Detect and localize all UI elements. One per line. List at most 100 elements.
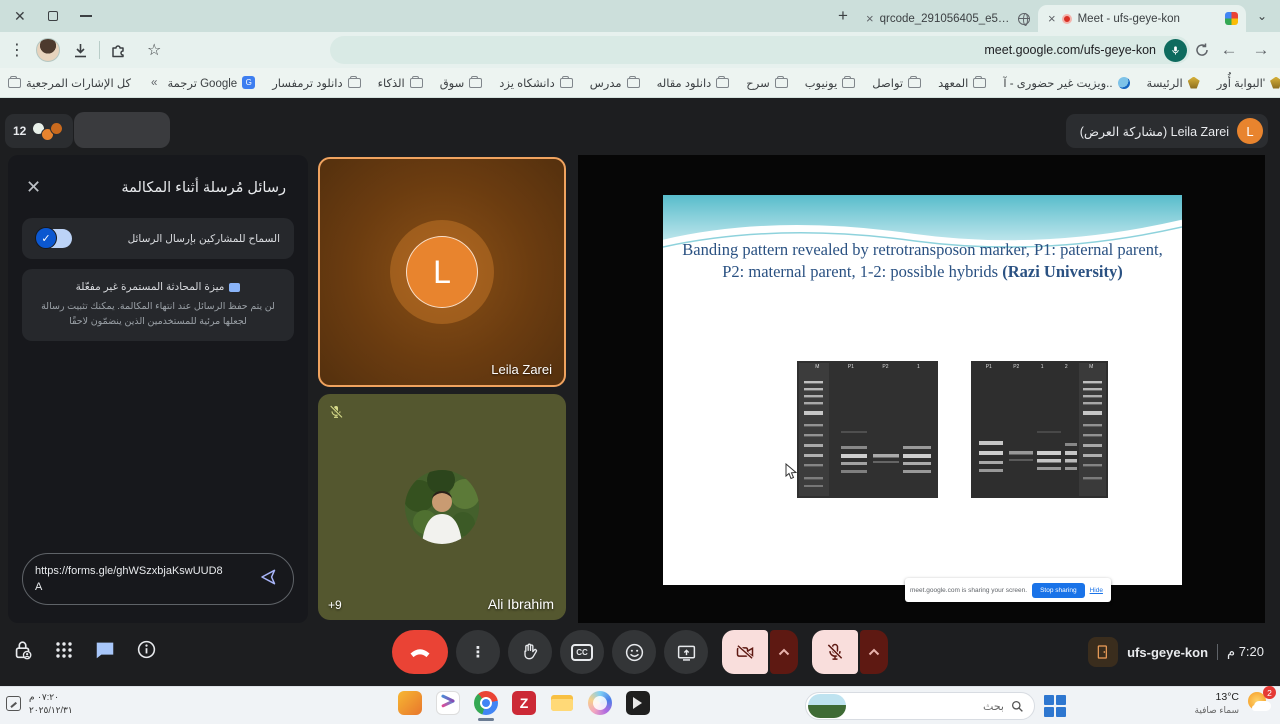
bookmark-item[interactable]: دانلود مقاله	[657, 76, 730, 90]
downloads-icon[interactable]	[72, 42, 89, 59]
folder-icon	[716, 78, 729, 88]
system-tray[interactable]: ٠٧:٢٠ م ٢٠٢٥/١٢/٣١	[6, 691, 73, 716]
app-icon-zotero[interactable]: Z	[512, 691, 536, 715]
eagle-icon	[1188, 77, 1200, 89]
folder-icon	[8, 78, 21, 88]
gel-lane-label: P1	[848, 365, 854, 370]
profile-avatar[interactable]	[36, 38, 60, 62]
pen-tray-icon[interactable]	[6, 696, 21, 711]
window-close-button[interactable]: ✕	[14, 9, 26, 23]
info-icon[interactable]	[136, 639, 157, 665]
eagle-icon	[1270, 77, 1280, 89]
app-icon-chrome[interactable]	[474, 691, 498, 715]
bookmark-item[interactable]: سرح	[746, 76, 787, 90]
bookmark-item[interactable]: المعهد	[938, 76, 986, 90]
screen-sharing-toast: meet.google.com is sharing your screen. …	[905, 578, 1111, 602]
mic-options-chevron-icon[interactable]	[860, 630, 888, 674]
camera-off-button[interactable]	[722, 630, 768, 674]
bookmark-item[interactable]: ويزيت غير حضورى - آ..	[1003, 76, 1129, 90]
weather-widget[interactable]: 13°C سماء صافية 2	[1195, 690, 1272, 716]
toggle-check-icon: ✓	[35, 227, 57, 249]
minimized-tile[interactable]	[74, 112, 170, 148]
raise-hand-button[interactable]	[508, 630, 552, 674]
app-icon-media[interactable]	[626, 691, 650, 715]
bookmark-star-icon[interactable]: ☆	[147, 40, 161, 60]
host-controls-icon[interactable]	[12, 639, 34, 666]
video-tile-leila[interactable]: L Leila Zarei	[318, 157, 566, 387]
video-tile-ali[interactable]: +9 Ali Ibrahim	[318, 394, 566, 620]
tab-search-chevron-icon[interactable]: ⌄	[1250, 3, 1274, 29]
window-controls: ✕	[0, 9, 92, 23]
activities-grid-icon[interactable]	[54, 640, 74, 665]
mic-permission-icon[interactable]	[1164, 39, 1187, 62]
all-bookmarks-button[interactable]: كل الإشارات المرجعية	[8, 76, 131, 90]
app-icon-snipping[interactable]	[436, 691, 460, 715]
folder-icon	[469, 78, 482, 88]
divider	[1217, 644, 1218, 660]
translate-icon: G	[242, 76, 255, 89]
app-icon-orange[interactable]	[398, 691, 422, 715]
chat-panel: رسائل مُرسلة أثناء المكالمة ✕ السماح للم…	[8, 155, 308, 623]
folder-icon	[775, 78, 788, 88]
globe-favicon-icon	[1018, 13, 1030, 25]
address-bar[interactable]: meet.google.com/ufs-geye-kon	[330, 36, 1190, 64]
mic-off-button[interactable]	[812, 630, 858, 674]
gel-lane-label: 1	[917, 365, 920, 370]
presenter-banner[interactable]: L Leila Zarei (مشاركة العرض)	[1066, 114, 1268, 148]
camera-options-chevron-icon[interactable]	[770, 630, 798, 674]
participant-avatars	[32, 122, 63, 141]
windows-start-button[interactable]	[1044, 695, 1066, 717]
app-icon-copilot[interactable]	[588, 691, 612, 715]
chat-toggle-icon[interactable]	[94, 639, 116, 666]
gel-image-left: MP1P21	[797, 361, 938, 498]
presenter-banner-text: Leila Zarei (مشاركة العرض)	[1080, 124, 1229, 139]
bookmark-label: دانلود ترمفسار	[272, 76, 342, 90]
camera-control-group	[722, 630, 798, 674]
window-minimize-button[interactable]	[80, 15, 92, 17]
new-tab-button[interactable]: +	[830, 3, 856, 29]
send-message-icon[interactable]	[257, 567, 277, 592]
bookmark-item[interactable]: البوابة أُور'	[1217, 76, 1280, 90]
back-icon[interactable]: ←	[1216, 40, 1242, 60]
bookmark-item[interactable]: تواصل	[872, 76, 921, 90]
cc-label: CC	[571, 644, 593, 661]
app-icon-file-explorer[interactable]	[550, 691, 574, 715]
bookmark-item[interactable]: سوق	[440, 76, 483, 90]
participants-pill[interactable]: 12	[5, 114, 73, 148]
browser-menu-icon[interactable]: ⋮	[6, 40, 28, 60]
bookmark-label: دانلود مقاله	[657, 76, 712, 90]
bookmark-item[interactable]: الذكاء	[378, 76, 423, 90]
end-call-button[interactable]	[392, 630, 448, 674]
chat-message-input[interactable]: https://forms.gle/ghWSzxbjaKswUUD8 A	[22, 553, 294, 605]
bookmark-item[interactable]: ترجمة GoogleG	[167, 76, 255, 90]
captions-button[interactable]: CC	[560, 630, 604, 674]
bookmarks-items: ترجمة GoogleG دانلود ترمفسار الذكاء سوق دانش…	[157, 76, 1280, 90]
tab-close-icon[interactable]: ×	[1048, 11, 1056, 26]
stop-sharing-button[interactable]: Stop sharing	[1032, 583, 1085, 598]
bookmark-item[interactable]: دانلود ترمفسار	[272, 76, 360, 90]
mouse-cursor	[785, 463, 798, 485]
window-restore-button[interactable]	[48, 11, 58, 21]
tab-qrcode[interactable]: × qrcode_291056405_e5f5a8bcb	[856, 5, 1038, 32]
tab-close-icon[interactable]: ×	[866, 11, 874, 26]
allow-messages-toggle[interactable]: ✓	[36, 229, 72, 248]
extensions-icon[interactable]	[110, 42, 127, 59]
taskbar-search-box[interactable]: بحث	[805, 692, 1035, 720]
reactions-button[interactable]	[612, 630, 656, 674]
active-app-indicator	[478, 718, 494, 721]
forward-icon[interactable]: →	[1248, 40, 1274, 60]
tab-meet-active[interactable]: × Meet - ufs-geye-kon	[1038, 5, 1246, 32]
bookmark-item[interactable]: يونيوب	[805, 76, 856, 90]
chat-close-icon[interactable]: ✕	[26, 177, 41, 198]
reload-icon[interactable]	[1194, 42, 1210, 58]
taskbar-clock[interactable]: ٠٧:٢٠ م ٢٠٢٥/١٢/٣١	[29, 691, 73, 716]
bookmark-item[interactable]: دانشكاه يزد	[499, 76, 573, 90]
hide-toast-link[interactable]: Hide	[1090, 587, 1103, 594]
bookmark-item[interactable]: الرئيسة	[1147, 76, 1200, 90]
more-options-button[interactable]: ⋮	[456, 630, 500, 674]
present-screen-button[interactable]	[664, 630, 708, 674]
presenter-avatar: L	[1237, 118, 1263, 144]
chat-notice-card: ميزة المحادثة المستمرة غير مفعّلة لن يتم…	[22, 269, 294, 341]
bookmark-item[interactable]: مدرس	[590, 76, 640, 90]
url-text: meet.google.com/ufs-geye-kon	[984, 43, 1156, 57]
